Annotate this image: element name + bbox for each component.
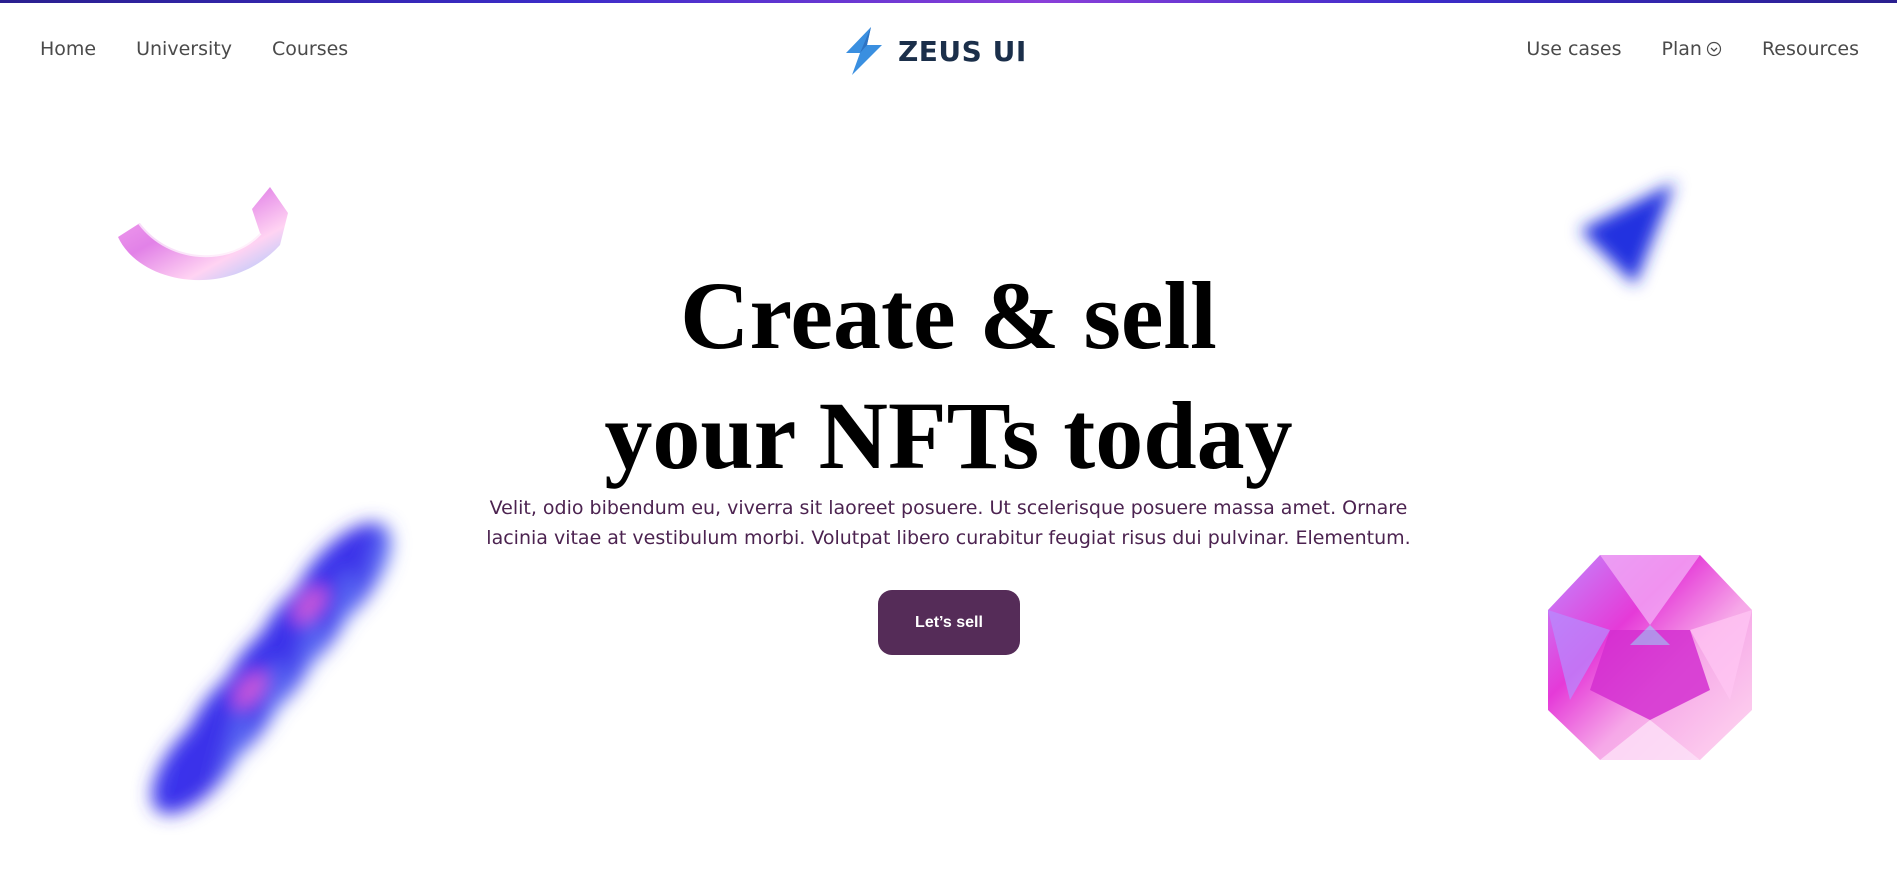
lets-sell-button[interactable]: Let’s sell: [878, 590, 1020, 655]
nav-courses[interactable]: Courses: [272, 38, 348, 60]
blurred-blue-spring-shape: [151, 522, 392, 815]
right-nav: Use cases Plan Resources: [1526, 38, 1859, 60]
left-nav: Home University Courses: [40, 38, 348, 60]
hero-title-line-2: your NFTs today: [604, 382, 1293, 489]
nav-plan-label: Plan: [1661, 38, 1702, 60]
brand-name: ZEUS UI: [898, 34, 1027, 68]
top-accent-line: [0, 0, 1897, 3]
nav-plan-dropdown[interactable]: Plan: [1662, 38, 1722, 60]
nav-home[interactable]: Home: [40, 38, 96, 60]
holographic-gem-shape: [1548, 555, 1752, 760]
brand-logo[interactable]: ZEUS UI: [838, 25, 1027, 77]
nav-use-cases[interactable]: Use cases: [1526, 38, 1621, 60]
nav-resources[interactable]: Resources: [1762, 38, 1859, 60]
chevron-down-circle-icon: [1706, 41, 1722, 57]
lightning-bolt-icon: [846, 27, 882, 75]
blurred-blue-cone-shape: [1580, 182, 1675, 285]
nav-university[interactable]: University: [136, 38, 232, 60]
holographic-ring-shape: [118, 187, 288, 281]
